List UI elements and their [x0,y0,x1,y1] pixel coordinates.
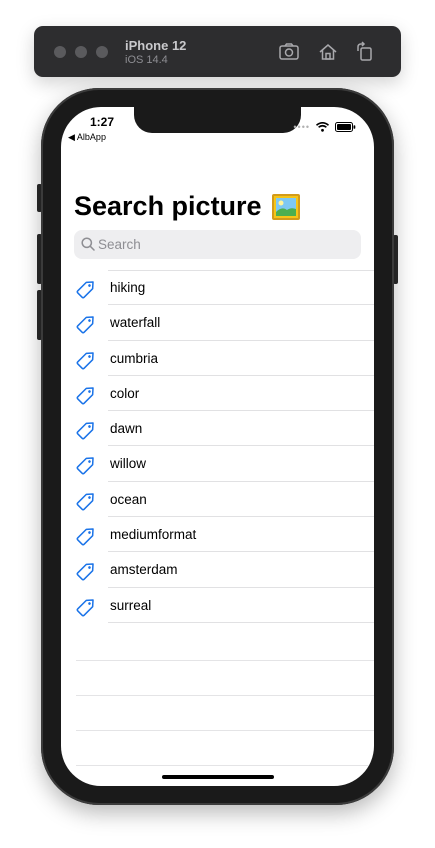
tag-label: amsterdam [110,562,178,578]
page-title-text: Search picture [74,191,262,221]
window-minimize-button[interactable] [75,46,87,58]
tag-icon [76,418,98,440]
tag-label: ocean [110,491,147,507]
screenshot-icon[interactable] [278,41,300,63]
home-icon[interactable] [317,41,339,63]
tag-list: hiking waterfall cumbria color dawn will… [61,270,374,624]
notch [134,107,301,133]
back-to-app-link[interactable]: ◀ AlbApp [68,132,106,143]
cellular-signal-icon: •••• [293,122,310,132]
page-title: Search picture [74,191,300,222]
tag-label: hiking [110,280,146,295]
battery-icon [335,122,356,132]
tag-icon [76,277,98,299]
phone-screen: 1:27 ◀ AlbApp •••• Search picture Search… [61,107,374,786]
simulator-toolbar: iPhone 12 iOS 14.4 [34,26,401,77]
home-indicator[interactable] [162,775,274,779]
tag-row-cumbria[interactable]: cumbria [61,341,374,377]
search-input[interactable] [98,230,348,259]
tag-icon [76,524,98,546]
framed-picture-icon [271,193,300,220]
empty-row-separator [76,730,374,731]
tag-icon [76,453,98,475]
tag-label: surreal [110,597,152,613]
tag-row-color[interactable]: color [61,376,374,412]
tag-label: cumbria [110,350,159,366]
empty-row-separator [76,765,374,766]
tag-row-waterfall[interactable]: waterfall [61,305,374,341]
status-indicators: •••• [293,122,356,132]
os-version: iOS 14.4 [125,54,168,66]
tag-label: waterfall [110,315,161,331]
tag-icon [76,489,98,511]
tag-row-dawn[interactable]: dawn [61,411,374,447]
tag-label: willow [110,456,147,472]
tag-row-mediumformat[interactable]: mediumformat [61,517,374,553]
search-icon [81,237,95,251]
tag-icon [76,595,98,617]
tag-icon [76,559,98,581]
rotate-icon[interactable] [354,41,376,63]
tag-label: dawn [110,421,143,437]
window-close-button[interactable] [54,46,66,58]
empty-row-separator [76,660,374,661]
tag-row-hiking[interactable]: hiking [61,270,374,306]
tag-icon [76,312,98,334]
search-bar[interactable] [74,230,361,259]
tag-row-amsterdam[interactable]: amsterdam [61,552,374,588]
tag-icon [76,383,98,405]
tag-label: mediumformat [110,527,197,543]
tag-icon [76,348,98,370]
tag-label: color [110,385,140,401]
tag-row-ocean[interactable]: ocean [61,482,374,518]
tag-row-willow[interactable]: willow [61,446,374,483]
tag-row-surreal[interactable]: surreal [61,588,374,624]
status-time: 1:27 [90,115,115,129]
wifi-icon [316,122,329,132]
window-zoom-button[interactable] [96,46,108,58]
device-name: iPhone 12 [125,38,187,53]
empty-row-separator [76,695,374,696]
